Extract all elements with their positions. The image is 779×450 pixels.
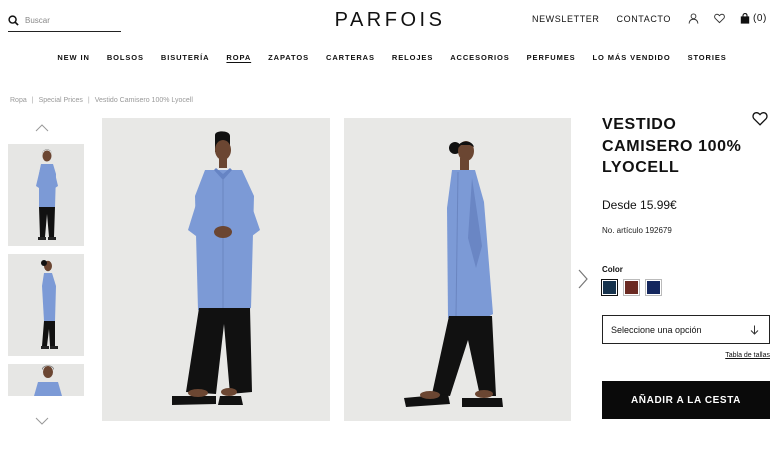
breadcrumb-current: Vestido Camisero 100% Lyocell xyxy=(94,97,193,104)
product-thumbnail-2[interactable] xyxy=(8,254,84,356)
next-image-button[interactable] xyxy=(576,268,590,290)
product-thumbnail-1[interactable] xyxy=(8,144,84,246)
add-to-wishlist-button[interactable] xyxy=(752,111,768,126)
product-image-front[interactable] xyxy=(102,118,330,421)
product-title: VESTIDO CAMISERO 100% LYOCELL xyxy=(602,116,742,176)
product-image-side[interactable] xyxy=(344,118,571,421)
nav-item-stories[interactable]: STORIES xyxy=(688,53,727,62)
breadcrumb-separator: | xyxy=(87,97,90,104)
breadcrumb-ropa[interactable]: Ropa xyxy=(10,97,27,104)
cart-count: (0) xyxy=(752,13,767,24)
product-photo-front xyxy=(102,118,330,421)
product-photo-detail-thumb xyxy=(8,364,84,396)
nav-item-relojes[interactable]: RELOJES xyxy=(392,53,433,62)
chevron-down-icon xyxy=(35,417,49,425)
breadcrumb: Ropa | Special Prices | Vestido Camisero… xyxy=(10,97,193,104)
product-photo-side xyxy=(344,118,571,421)
nav-item-bolsos[interactable]: BOLSOS xyxy=(107,53,144,62)
nav-item-bisuteria[interactable]: BISUTERÍA xyxy=(161,53,210,62)
newsletter-link[interactable]: NEWSLETTER xyxy=(532,14,600,24)
search-field[interactable] xyxy=(8,10,121,32)
color-swatches xyxy=(601,279,662,296)
product-price: Desde 15.99€ xyxy=(602,198,677,212)
color-swatch-brown[interactable] xyxy=(623,279,640,296)
thumbnails-up-button[interactable] xyxy=(35,120,49,132)
account-button[interactable] xyxy=(688,13,699,24)
nav-item-zapatos[interactable]: ZAPATOS xyxy=(268,53,309,62)
product-thumbnail-3[interactable] xyxy=(8,364,84,396)
arrow-down-icon xyxy=(750,325,759,335)
heart-icon xyxy=(752,112,768,126)
breadcrumb-separator: | xyxy=(31,97,34,104)
nav-item-carteras[interactable]: CARTERAS xyxy=(326,53,375,62)
chevron-up-icon xyxy=(35,124,49,132)
search-icon xyxy=(8,15,19,26)
nav-item-new-in[interactable]: NEW IN xyxy=(57,53,89,62)
top-actions: NEWSLETTER CONTACTO (0) xyxy=(532,13,767,24)
size-guide-link[interactable]: Tabla de tallas xyxy=(725,352,770,359)
nav-item-lo-mas-vendido[interactable]: LO MÁS VENDIDO xyxy=(593,53,671,62)
bag-icon xyxy=(740,13,750,24)
color-swatch-navy[interactable] xyxy=(601,279,618,296)
breadcrumb-special-prices[interactable]: Special Prices xyxy=(39,97,83,104)
thumbnails-down-button[interactable] xyxy=(35,413,49,425)
nav-item-ropa[interactable]: ROPA xyxy=(226,53,251,62)
color-label: Color xyxy=(602,265,623,274)
color-swatch-blue[interactable] xyxy=(645,279,662,296)
nav-item-perfumes[interactable]: PERFUMES xyxy=(527,53,576,62)
product-photo-front-thumb xyxy=(8,144,84,246)
add-to-cart-button[interactable]: AÑADIR A LA CESTA xyxy=(602,381,770,419)
brand-logo[interactable]: PARFOIS xyxy=(300,9,480,32)
size-select[interactable]: Seleccione una opción xyxy=(602,315,770,344)
chevron-right-icon xyxy=(578,269,588,289)
user-icon xyxy=(688,13,699,24)
nav-item-accesorios[interactable]: ACCESORIOS xyxy=(450,53,509,62)
heart-icon xyxy=(714,13,725,24)
main-nav: NEW IN BOLSOS BISUTERÍA ROPA ZAPATOS CAR… xyxy=(0,53,779,62)
contact-link[interactable]: CONTACTO xyxy=(617,14,671,24)
size-select-placeholder: Seleccione una opción xyxy=(611,324,702,335)
search-input[interactable] xyxy=(25,16,115,25)
wishlist-button[interactable] xyxy=(714,13,725,24)
product-reference: No. artículo 192679 xyxy=(602,226,672,235)
cart-button[interactable]: (0) xyxy=(740,13,767,24)
product-photo-side-thumb xyxy=(8,254,84,356)
